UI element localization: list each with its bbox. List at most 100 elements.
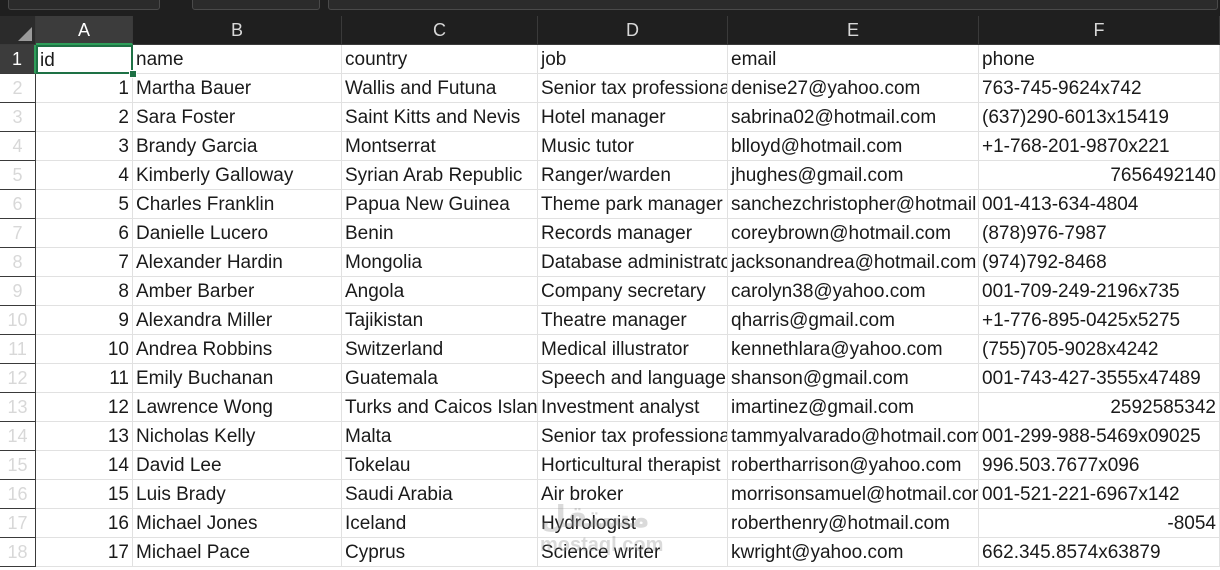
cell-e12[interactable]: shanson@gmail.com: [728, 364, 979, 393]
cell-e9[interactable]: carolyn38@yahoo.com: [728, 277, 979, 306]
row-header-10[interactable]: 10: [0, 306, 36, 335]
row-header-9[interactable]: 9: [0, 277, 36, 306]
cell-a12[interactable]: 11: [36, 364, 133, 393]
column-header-f[interactable]: F: [979, 16, 1220, 45]
cell-e6[interactable]: sanchezchristopher@hotmail.com: [728, 190, 979, 219]
cell-b3[interactable]: Sara Foster: [133, 103, 342, 132]
cell-c18[interactable]: Cyprus: [342, 538, 538, 567]
cell-a14[interactable]: 13: [36, 422, 133, 451]
cell-b5[interactable]: Kimberly Galloway: [133, 161, 342, 190]
cell-f5[interactable]: 7656492140: [979, 161, 1220, 190]
cell-c2[interactable]: Wallis and Futuna: [342, 74, 538, 103]
cell-b6[interactable]: Charles Franklin: [133, 190, 342, 219]
cell-f9[interactable]: 001-709-249-2196x735: [979, 277, 1220, 306]
cell-b14[interactable]: Nicholas Kelly: [133, 422, 342, 451]
column-header-c[interactable]: C: [342, 16, 538, 45]
row-header-12[interactable]: 12: [0, 364, 36, 393]
cell-f12[interactable]: 001-743-427-3555x47489: [979, 364, 1220, 393]
cell-c11[interactable]: Switzerland: [342, 335, 538, 364]
cell-e8[interactable]: jacksonandrea@hotmail.com: [728, 248, 979, 277]
cell-b15[interactable]: David Lee: [133, 451, 342, 480]
cell-e10[interactable]: qharris@gmail.com: [728, 306, 979, 335]
select-all-button[interactable]: [0, 16, 36, 45]
cell-a15[interactable]: 14: [36, 451, 133, 480]
cell-d3[interactable]: Hotel manager: [538, 103, 728, 132]
cell-area[interactable]: id name country job email phone 1 Martha Bauer W…: [36, 45, 1220, 570]
cell-f4[interactable]: +1-768-201-9870x221: [979, 132, 1220, 161]
cell-f8[interactable]: (974)792-8468: [979, 248, 1220, 277]
row-header-7[interactable]: 7: [0, 219, 36, 248]
cell-c10[interactable]: Tajikistan: [342, 306, 538, 335]
row-header-13[interactable]: 13: [0, 393, 36, 422]
column-header-d[interactable]: D: [538, 16, 728, 45]
name-box[interactable]: [8, 0, 160, 10]
cell-a5[interactable]: 4: [36, 161, 133, 190]
cell-d15[interactable]: Horticultural therapist: [538, 451, 728, 480]
cell-b16[interactable]: Luis Brady: [133, 480, 342, 509]
cell-e7[interactable]: coreybrown@hotmail.com: [728, 219, 979, 248]
row-header-16[interactable]: 16: [0, 480, 36, 509]
cell-d6[interactable]: Theme park manager: [538, 190, 728, 219]
cell-d12[interactable]: Speech and language therapist: [538, 364, 728, 393]
cell-b1[interactable]: name: [133, 45, 342, 74]
cell-c5[interactable]: Syrian Arab Republic: [342, 161, 538, 190]
cell-b7[interactable]: Danielle Lucero: [133, 219, 342, 248]
row-header-2[interactable]: 2: [0, 74, 36, 103]
cell-d5[interactable]: Ranger/warden: [538, 161, 728, 190]
cell-a8[interactable]: 7: [36, 248, 133, 277]
cell-a4[interactable]: 3: [36, 132, 133, 161]
cell-d16[interactable]: Air broker: [538, 480, 728, 509]
cell-c3[interactable]: Saint Kitts and Nevis: [342, 103, 538, 132]
cell-a16[interactable]: 15: [36, 480, 133, 509]
cell-c13[interactable]: Turks and Caicos Islands: [342, 393, 538, 422]
cell-d8[interactable]: Database administrator: [538, 248, 728, 277]
cell-c8[interactable]: Mongolia: [342, 248, 538, 277]
cell-f16[interactable]: 001-521-221-6967x142: [979, 480, 1220, 509]
cell-e16[interactable]: morrisonsamuel@hotmail.com: [728, 480, 979, 509]
column-header-a[interactable]: A: [36, 16, 133, 45]
column-header-e[interactable]: E: [728, 16, 979, 45]
cell-a9[interactable]: 8: [36, 277, 133, 306]
cell-e13[interactable]: imartinez@gmail.com: [728, 393, 979, 422]
cell-e15[interactable]: robertharrison@yahoo.com: [728, 451, 979, 480]
cell-d11[interactable]: Medical illustrator: [538, 335, 728, 364]
cell-e1[interactable]: email: [728, 45, 979, 74]
row-header-14[interactable]: 14: [0, 422, 36, 451]
cell-a18[interactable]: 17: [36, 538, 133, 567]
row-header-17[interactable]: 17: [0, 509, 36, 538]
cell-d2[interactable]: Senior tax professional: [538, 74, 728, 103]
cell-a10[interactable]: 9: [36, 306, 133, 335]
cell-d7[interactable]: Records manager: [538, 219, 728, 248]
cell-e3[interactable]: sabrina02@hotmail.com: [728, 103, 979, 132]
cell-b12[interactable]: Emily Buchanan: [133, 364, 342, 393]
cell-d18[interactable]: Science writer: [538, 538, 728, 567]
cell-d4[interactable]: Music tutor: [538, 132, 728, 161]
cell-c6[interactable]: Papua New Guinea: [342, 190, 538, 219]
cell-c12[interactable]: Guatemala: [342, 364, 538, 393]
cell-a13[interactable]: 12: [36, 393, 133, 422]
row-header-1[interactable]: 1: [0, 45, 36, 74]
cell-a7[interactable]: 6: [36, 219, 133, 248]
row-header-15[interactable]: 15: [0, 451, 36, 480]
formula-bar[interactable]: [328, 0, 1218, 10]
row-header-8[interactable]: 8: [0, 248, 36, 277]
cell-d10[interactable]: Theatre manager: [538, 306, 728, 335]
cell-f2[interactable]: 763-745-9624x742: [979, 74, 1220, 103]
cell-f18[interactable]: 662.345.8574x63879: [979, 538, 1220, 567]
cell-f15[interactable]: 996.503.7677x096: [979, 451, 1220, 480]
cell-a2[interactable]: 1: [36, 74, 133, 103]
cell-c16[interactable]: Saudi Arabia: [342, 480, 538, 509]
cell-c4[interactable]: Montserrat: [342, 132, 538, 161]
cell-c7[interactable]: Benin: [342, 219, 538, 248]
formula-controls[interactable]: [192, 0, 320, 10]
cell-a1[interactable]: id: [36, 45, 133, 74]
cell-c17[interactable]: Iceland: [342, 509, 538, 538]
row-header-6[interactable]: 6: [0, 190, 36, 219]
cell-a11[interactable]: 10: [36, 335, 133, 364]
cell-f3[interactable]: (637)290-6013x15419: [979, 103, 1220, 132]
cell-a3[interactable]: 2: [36, 103, 133, 132]
cell-d13[interactable]: Investment analyst: [538, 393, 728, 422]
cell-f17[interactable]: -8054: [979, 509, 1220, 538]
cell-f7[interactable]: (878)976-7987: [979, 219, 1220, 248]
cell-b9[interactable]: Amber Barber: [133, 277, 342, 306]
